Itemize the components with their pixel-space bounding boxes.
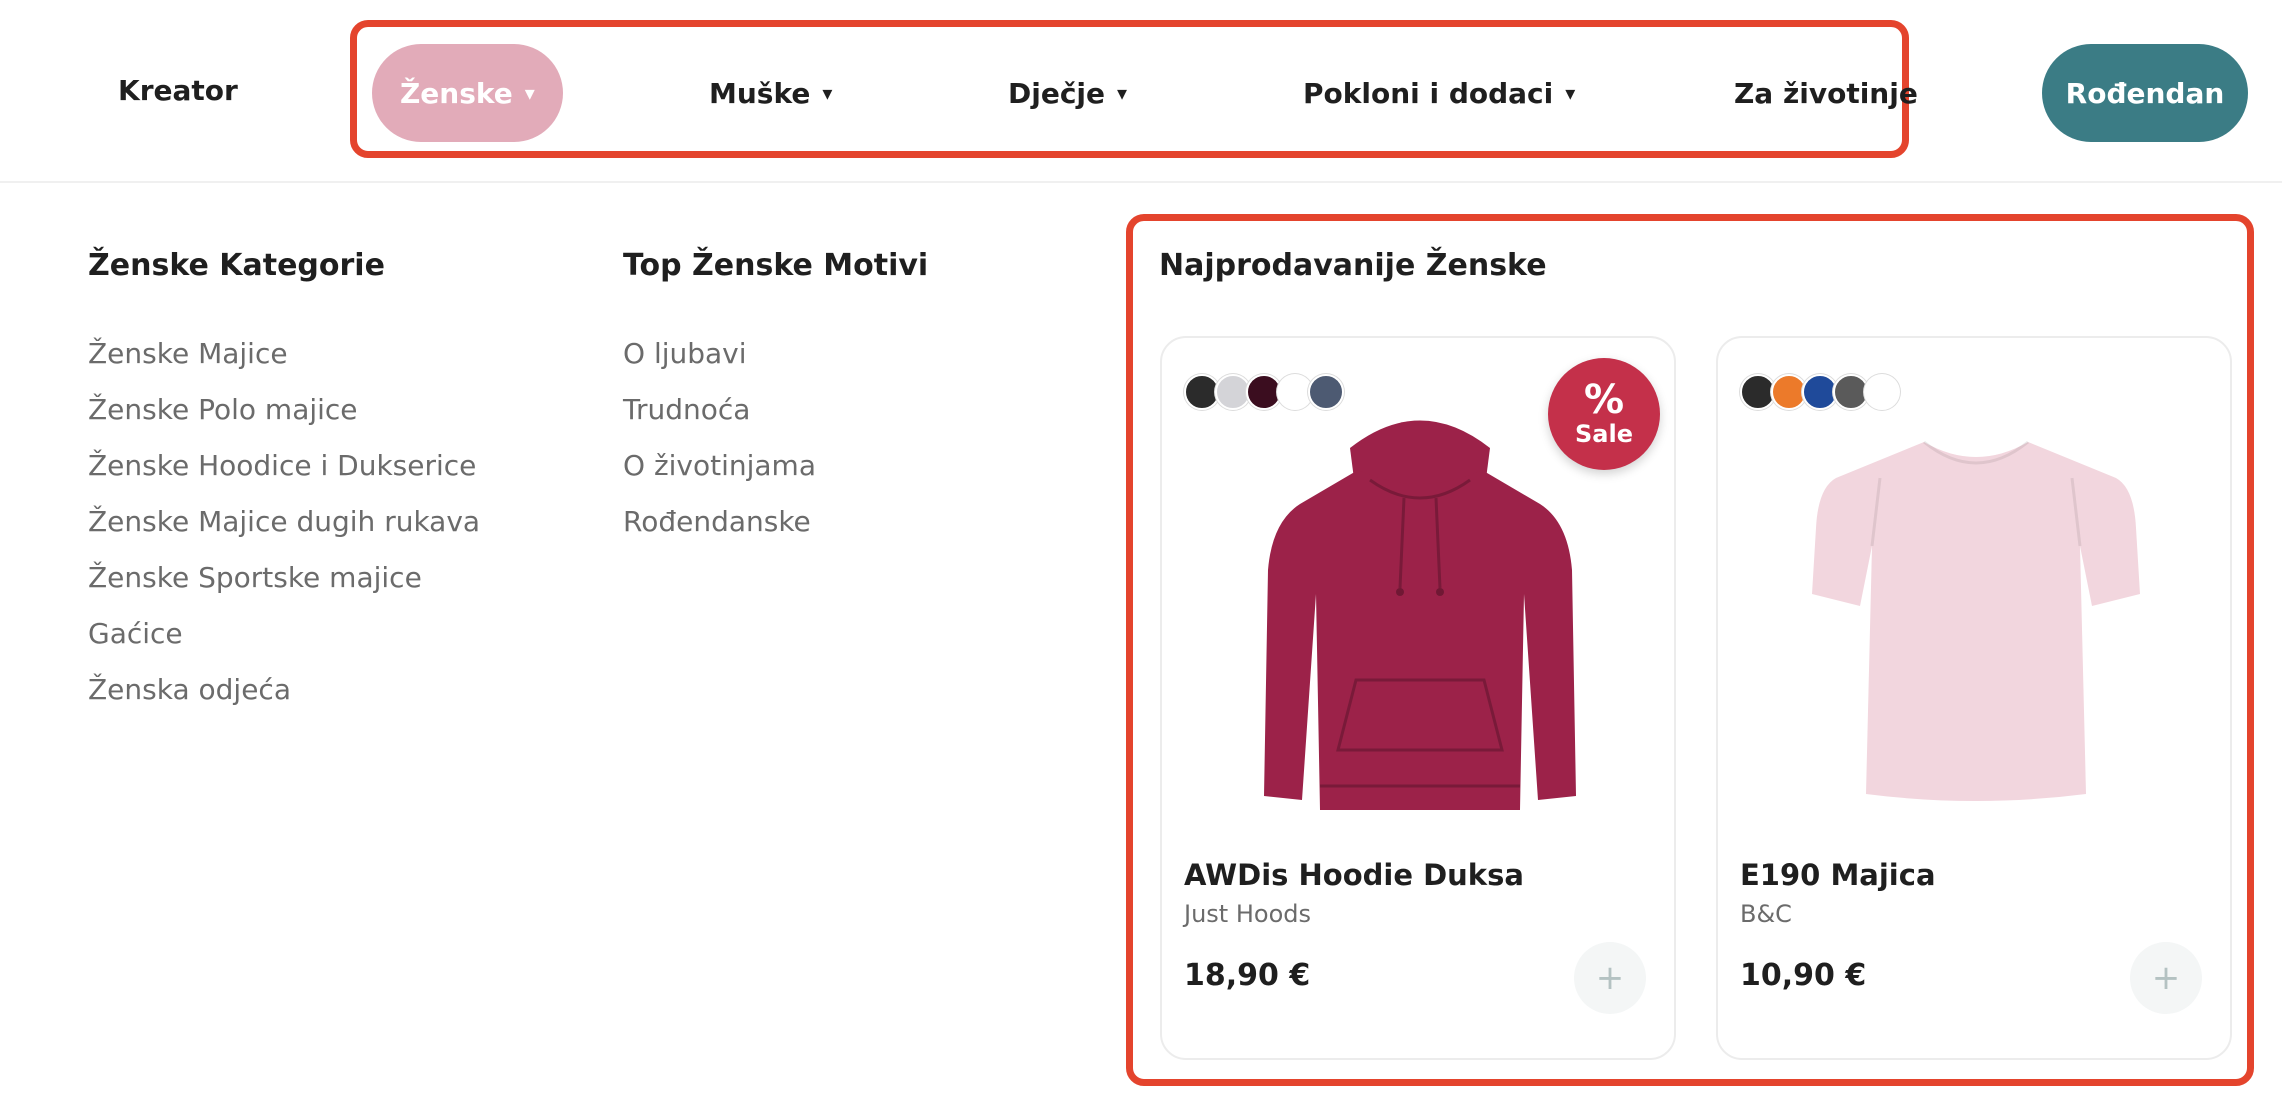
product-price: 10,90 €	[1740, 958, 1867, 993]
nav-item-label: Dječje	[1008, 76, 1106, 110]
nav-link-kreator[interactable]: Kreator	[118, 74, 238, 107]
category-link[interactable]: Ženske Hoodice i Dukserice	[88, 446, 480, 502]
sale-badge-label: Sale	[1575, 420, 1633, 448]
hoodie-icon[interactable]	[1220, 398, 1620, 828]
nav-item-zenske[interactable]: Ženske ▾	[372, 44, 563, 142]
chevron-down-icon: ▾	[1117, 81, 1128, 105]
motif-link[interactable]: Rođendanske	[623, 502, 816, 558]
product-card-tshirt[interactable]: E190 Majica B&C 10,90 € +	[1716, 336, 2232, 1060]
nav-item-label: Za životinje	[1734, 76, 1918, 110]
nav-item-pokloni-i-dodaci[interactable]: Pokloni i dodaci ▾	[1303, 44, 1575, 142]
sale-badge: % Sale	[1548, 358, 1660, 470]
nav-item-muske[interactable]: Muške ▾	[709, 44, 832, 142]
product-brand: Just Hoods	[1184, 900, 1311, 928]
nav-highlight-frame	[350, 20, 1909, 158]
add-to-cart-button[interactable]: +	[2130, 942, 2202, 1014]
motifs-list: O ljubavi Trudnoća O životinjama Rođenda…	[623, 334, 816, 558]
nav-item-djecje[interactable]: Dječje ▾	[1008, 44, 1127, 142]
motif-link[interactable]: O životinjama	[623, 446, 816, 502]
motif-link[interactable]: O ljubavi	[623, 334, 816, 390]
category-link[interactable]: Ženske Polo majice	[88, 390, 480, 446]
nav-item-za-zivotinje[interactable]: Za životinje	[1734, 44, 1918, 142]
category-link[interactable]: Ženske Majice dugih rukava	[88, 502, 480, 558]
nav-item-label: Ženske	[400, 76, 513, 110]
category-link[interactable]: Ženske Majice	[88, 334, 480, 390]
motif-link[interactable]: Trudnoća	[623, 390, 816, 446]
product-name[interactable]: AWDis Hoodie Duksa	[1184, 858, 1524, 892]
tshirt-icon[interactable]	[1776, 398, 2176, 828]
categories-title: Ženske Kategorie	[88, 248, 385, 283]
birthday-button[interactable]: Rođendan	[2042, 44, 2248, 142]
nav-item-label: Muške	[709, 76, 811, 110]
chevron-down-icon: ▾	[524, 81, 535, 105]
categories-list: Ženske Majice Ženske Polo majice Ženske …	[88, 334, 480, 726]
top-navigation: Kreator Ženske ▾ Muške ▾ Dječje ▾ Poklon…	[0, 0, 2282, 183]
category-link[interactable]: Gaćice	[88, 614, 480, 670]
plus-icon: +	[2151, 958, 2181, 998]
plus-icon: +	[1595, 958, 1625, 998]
category-link[interactable]: Ženske Sportske majice	[88, 558, 480, 614]
bestsellers-title: Najprodavanije Ženske	[1159, 248, 1547, 283]
percent-icon: %	[1583, 377, 1625, 423]
product-name[interactable]: E190 Majica	[1740, 858, 1936, 892]
add-to-cart-button[interactable]: +	[1574, 942, 1646, 1014]
chevron-down-icon: ▾	[1565, 81, 1576, 105]
product-card-hoodie[interactable]: % Sale AWDis Hoodie Duksa Just Hoods 18,…	[1160, 336, 1676, 1060]
category-link[interactable]: Ženska odjeća	[88, 670, 480, 726]
product-brand: B&C	[1740, 900, 1792, 928]
nav-item-label: Pokloni i dodaci	[1303, 76, 1554, 110]
chevron-down-icon: ▾	[822, 81, 833, 105]
motifs-title: Top Ženske Motivi	[623, 248, 929, 283]
product-price: 18,90 €	[1184, 958, 1311, 993]
